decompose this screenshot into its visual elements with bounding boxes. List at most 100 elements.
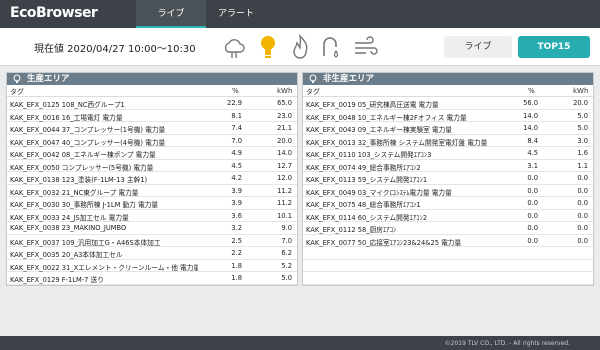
cell-kwh: 0.0 [577,224,588,232]
production-area-panel: 生産エリア タグ % kWh KAK_EFX_0125 108_NC西グループ1… [6,72,298,286]
table-row[interactable]: KAK_EFX_0016 16_工場電灯 電力量 8.1 23.0 [7,110,297,122]
table-row[interactable]: KAK_EFX_0032 21_NC東グループ 電力量 3.9 11.2 [7,185,297,197]
cell-kwh: 3.0 [577,136,588,145]
table-row[interactable]: KAK_EFX_0043 09_エネルギー棟実験室 電力量 14.0 5.0 [303,122,593,135]
cell-pct: 3.2 [231,224,242,232]
cell-tag: KAK_EFX_0043 09_エネルギー棟実験室 電力量 [306,126,452,134]
column-header: タグ % kWh [303,85,593,97]
faucet-icon[interactable] [318,32,346,62]
tab-alert[interactable]: アラート [206,0,266,28]
table-row[interactable]: KAK_EFX_0050 コンプレッサー(5号機) 電力量 4.5 12.7 [7,160,297,172]
cell-pct: 1.8 [231,261,242,270]
empty-row [303,272,593,285]
table-row[interactable]: KAK_EFX_0074 49_総合事務所ｴｱｺﾝ2 3.1 1.1 [303,160,593,172]
col-kwh: kWh [573,87,589,95]
table-row[interactable]: KAK_EFX_0022 31_Xエレメント・クリーンルーム・他 電力量 1.8 5… [7,260,297,272]
cell-tag: KAK_EFX_0112 58_厨房ｴｱｺﾝ [306,226,397,234]
cell-kwh: 20.0 [277,136,292,145]
wind-icon[interactable] [352,32,380,62]
cell-kwh: 7.0 [281,236,292,245]
cell-pct: 3.1 [527,161,538,170]
cell-kwh: 0.0 [577,211,588,220]
live-button[interactable]: ライブ [444,36,512,58]
cell-tag: KAK_EFX_0019 05_研究棟高圧送電 電力量 [306,101,439,109]
cell-kwh: 20.0 [573,99,588,107]
cloud-icon[interactable] [220,32,248,62]
panel-title-text: 生産エリア [27,74,70,84]
cell-pct: 3.9 [231,199,242,207]
cell-pct: 14.0 [523,111,538,120]
table-row[interactable]: KAK_EFX_0013 32_事務所棟 システム開発室電灯盤 電力量 8.4 3.… [303,135,593,147]
table-row[interactable]: KAK_EFX_0044 37_コンプレッサー(1号機) 電力量 7.4 21.1 [7,122,297,135]
cell-tag: KAK_EFX_0022 31_Xエレメント・クリーンルーム・他 電力量 [10,263,198,272]
cell-tag: KAK_EFX_0050 コンプレッサー(5号機) 電力量 [10,163,154,172]
tab-live[interactable]: ライブ [136,0,206,28]
table-row[interactable]: KAK_EFX_0038 23_MAKINO_JUMBO 3.2 9.0 [7,222,297,235]
cell-pct: 8.1 [231,111,242,120]
panel-title-text: 非生産エリア [323,74,375,84]
table-row[interactable]: KAK_EFX_0035 20_A3本体加工セル 2.2 6.2 [7,247,297,260]
table-row[interactable]: KAK_EFX_0125 108_NC西グループ1 22.9 65.0 [7,97,297,110]
cell-kwh: 5.0 [281,274,292,282]
cell-tag: KAK_EFX_0125 108_NC西グループ1 [10,101,125,109]
table-row[interactable]: KAK_EFX_0110 103_システム開発ｴｱｺﾝ3 4.5 1.6 [303,147,593,160]
header-bar: 現在値 2020/04/27 10:00～10:30 ライブ TOP15 [0,28,600,66]
table-row[interactable]: KAK_EFX_0019 05_研究棟高圧送電 電力量 56.0 20.0 [303,97,593,110]
cell-pct: 7.0 [231,136,242,145]
cell-tag: KAK_EFX_0016 16_工場電灯 電力量 [10,113,123,122]
app-logo: EcoBrowser [10,5,98,21]
cell-kwh: 5.0 [577,124,588,132]
cell-tag: KAK_EFX_0077 50_応接室ｴｱｺﾝ23&24&25 電力量 [306,238,462,247]
top-bar: EcoBrowser ライブ アラート [0,0,600,28]
cell-tag: KAK_EFX_0047 40_コンプレッサー(4号機) 電力量 [10,138,166,147]
bulb-icon[interactable] [254,32,282,62]
cell-kwh: 0.0 [577,186,588,195]
cell-tag: KAK_EFX_0032 21_NC東グループ 電力量 [10,188,139,197]
cell-pct: 4.5 [527,149,538,157]
cell-pct: 2.2 [231,249,242,257]
table-row[interactable]: KAK_EFX_0033 24_JS加工セル 電力量 3.6 10.1 [7,210,297,222]
table-row[interactable]: KAK_EFX_0113 59_システム開発ｴｱｺﾝ1 0.0 0.0 [303,172,593,185]
bulb-outline-icon [309,74,317,83]
table-row[interactable]: KAK_EFX_0077 50_応接室ｴｱｺﾝ23&24&25 電力量 0.0 0.… [303,235,593,247]
copyright: ©2019 TLV CO., LTD. - All rights reserve… [444,340,570,347]
empty-row [303,247,593,260]
table-row[interactable]: KAK_EFX_0047 40_コンプレッサー(4号機) 電力量 7.0 20.0 [7,135,297,147]
column-header: タグ % kWh [7,85,297,97]
table-row[interactable]: KAK_EFX_0129 F-1LM-7 送り 1.8 5.0 [7,272,297,285]
cell-tag: KAK_EFX_0114 60_システム開発ｴｱｺﾝ2 [306,213,428,222]
panel-title: 生産エリア [7,73,297,85]
table-row[interactable]: KAK_EFX_0112 58_厨房ｴｱｺﾝ 0.0 0.0 [303,222,593,235]
cell-tag: KAK_EFX_0042 08_エネルギー棟ポンプ 電力量 [10,151,156,159]
cell-kwh: 0.0 [577,236,588,245]
cell-pct: 22.9 [227,99,242,107]
cell-pct: 4.9 [231,149,242,157]
col-pct: % [528,87,535,95]
table-row[interactable]: KAK_EFX_0037 109_汎用加工G・A46S本体加工 2.5 7.0 [7,235,297,247]
flame-icon[interactable] [286,32,314,62]
cell-kwh: 11.2 [277,186,292,195]
cell-tag: KAK_EFX_0110 103_システム開発ｴｱｺﾝ3 [306,151,432,159]
table-row[interactable]: KAK_EFX_0138 123_塗装(F-1LM-13 主幹1) 4.2 12.0 [7,172,297,185]
cell-tag: KAK_EFX_0037 109_汎用加工G・A46S本体加工 [10,238,161,247]
cell-kwh: 9.0 [281,224,292,232]
table-row[interactable]: KAK_EFX_0042 08_エネルギー棟ポンプ 電力量 4.9 14.0 [7,147,297,160]
cell-pct: 4.5 [231,161,242,170]
cell-kwh: 0.0 [577,199,588,207]
panel-title: 非生産エリア [303,73,593,85]
table-row[interactable]: KAK_EFX_0048 10_エネルギー棟2Fオフィス 電力量 14.0 5.0 [303,110,593,122]
table-row[interactable]: KAK_EFX_0075 48_総合事務所ｴｱｺﾝ1 0.0 0.0 [303,197,593,210]
table-row[interactable]: KAK_EFX_0030 30_事務所棟 J-1LM 動力 電力量 3.9 11.2 [7,197,297,210]
cell-tag: KAK_EFX_0033 24_JS加工セル 電力量 [10,213,129,222]
non-production-area-panel: 非生産エリア タグ % kWh KAK_EFX_0019 05_研究棟高圧送電 … [302,72,594,286]
cell-kwh: 12.0 [277,174,292,182]
empty-row [303,260,593,272]
top15-button[interactable]: TOP15 [518,36,590,58]
table-row[interactable]: KAK_EFX_0049 03_マイクロｼｽﾃﾑ電力量 電力量 0.0 0.0 [303,185,593,197]
cell-tag: KAK_EFX_0030 30_事務所棟 J-1LM 動力 電力量 [10,201,159,209]
cell-tag: KAK_EFX_0129 F-1LM-7 送り [10,276,104,284]
table-row[interactable]: KAK_EFX_0114 60_システム開発ｴｱｺﾝ2 0.0 0.0 [303,210,593,222]
cell-pct: 0.0 [527,236,538,245]
cell-tag: KAK_EFX_0013 32_事務所棟 システム開発室電灯盤 電力量 [306,138,488,147]
cell-pct: 0.0 [527,211,538,220]
